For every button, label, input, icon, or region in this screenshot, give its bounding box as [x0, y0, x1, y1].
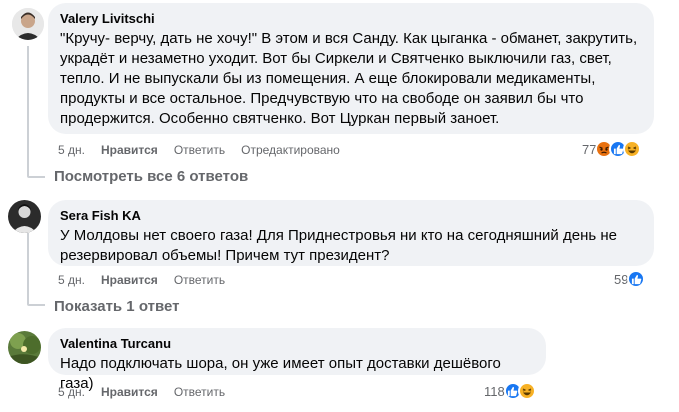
- thread-line: [27, 233, 29, 298]
- thread-line-branch: [29, 176, 45, 178]
- reaction-summary[interactable]: 118: [484, 382, 536, 400]
- comment-bubble: Valery Livitschi "Кручу- верчу, дать не …: [48, 3, 654, 134]
- comment-actions: 5 дн. Нравится Ответить Отредактировано: [58, 142, 340, 158]
- comment-text: "Кручу- верчу, дать не хочу!" В этом и в…: [60, 30, 638, 127]
- comment-author[interactable]: Valentina Turcanu: [60, 336, 534, 352]
- comment-actions: 5 дн. Нравится Ответить: [58, 384, 241, 400]
- thread-line-branch: [29, 304, 45, 306]
- comment-timestamp[interactable]: 5 дн.: [58, 384, 85, 400]
- comment-author[interactable]: Sera Fish KA: [60, 208, 642, 224]
- comment-actions: 5 дн. Нравится Ответить: [58, 272, 241, 288]
- comment-timestamp[interactable]: 5 дн.: [58, 142, 85, 158]
- user-avatar-icon: [8, 331, 41, 364]
- reaction-summary[interactable]: 77: [582, 140, 642, 158]
- avatar[interactable]: [12, 8, 44, 40]
- reaction-count: 118: [484, 383, 505, 399]
- user-avatar-icon: [8, 200, 41, 233]
- avatar[interactable]: [8, 331, 41, 364]
- like-button[interactable]: Нравится: [101, 272, 158, 288]
- avatar[interactable]: [8, 200, 41, 233]
- haha-icon: [623, 140, 642, 158]
- edited-label[interactable]: Отредактировано: [241, 142, 340, 158]
- haha-icon: [517, 382, 536, 400]
- comment-text: У Молдовы нет своего газа! Для Приднестр…: [60, 227, 617, 264]
- like-button[interactable]: Нравится: [101, 384, 158, 400]
- view-replies-link[interactable]: Показать 1 ответ: [54, 297, 179, 317]
- thread-line: [27, 46, 29, 168]
- reaction-count: 59: [614, 271, 629, 287]
- reply-button[interactable]: Ответить: [174, 272, 225, 288]
- view-replies-link[interactable]: Посмотреть все 6 ответов: [54, 167, 248, 187]
- comment-bubble: Valentina Turcanu Надо подключать шора, …: [48, 328, 546, 392]
- comment-bubble: Sera Fish KA У Молдовы нет своего газа! …: [48, 200, 654, 266]
- like-button[interactable]: Нравится: [101, 142, 158, 158]
- reply-button[interactable]: Ответить: [174, 384, 225, 400]
- reaction-summary[interactable]: 59: [614, 270, 646, 288]
- comment-timestamp[interactable]: 5 дн.: [58, 272, 85, 288]
- reaction-count: 77: [582, 141, 597, 157]
- reply-button[interactable]: Ответить: [174, 142, 225, 158]
- user-avatar-icon: [12, 8, 44, 40]
- comment-author[interactable]: Valery Livitschi: [60, 11, 642, 27]
- like-icon: [627, 270, 646, 288]
